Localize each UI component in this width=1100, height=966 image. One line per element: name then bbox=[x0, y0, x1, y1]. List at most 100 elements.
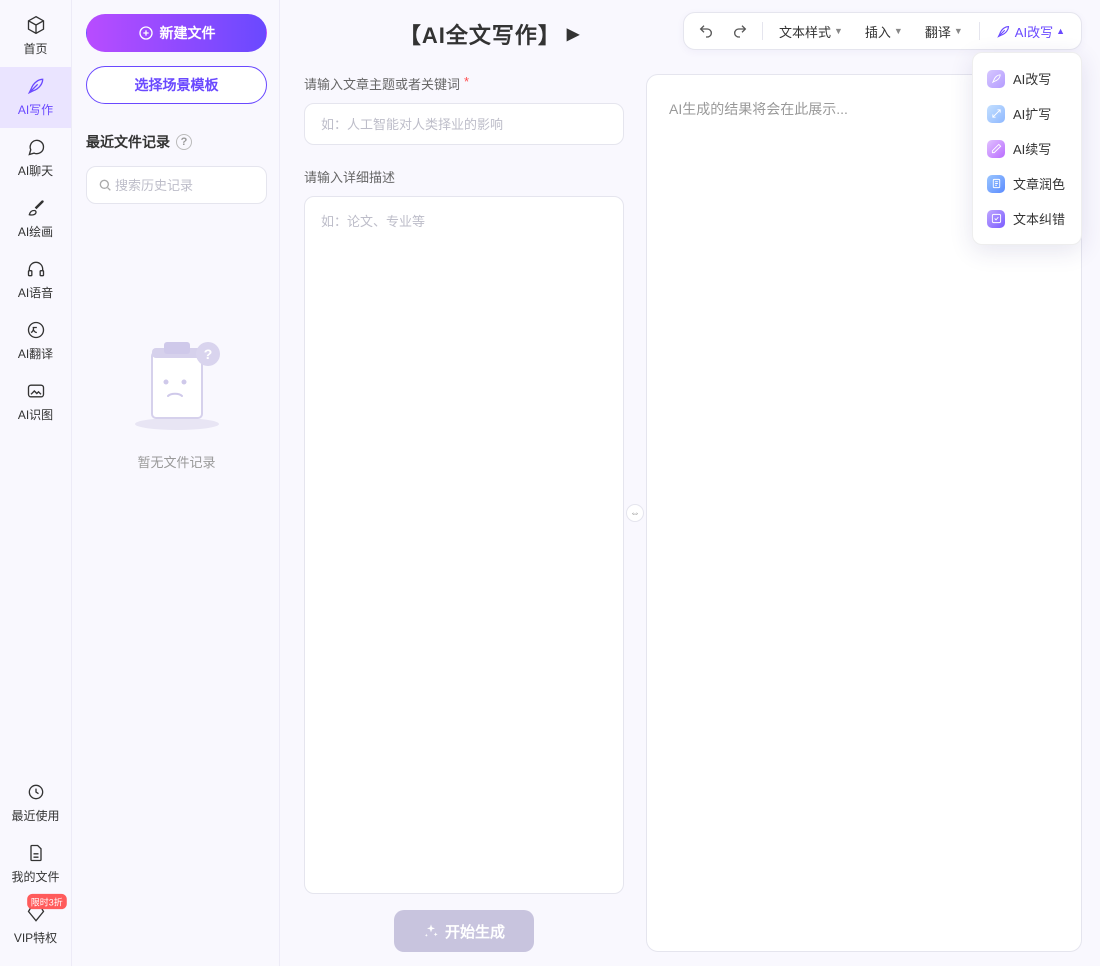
file-icon bbox=[25, 842, 47, 864]
nav-draw[interactable]: AI绘画 bbox=[0, 189, 71, 250]
page-title: 【AI全文写作】 ▶ bbox=[304, 12, 675, 50]
dropdown-correct[interactable]: 文本纠错 bbox=[973, 201, 1081, 236]
insert-button[interactable]: 插入 ▼ bbox=[855, 16, 913, 46]
svg-text:?: ? bbox=[203, 346, 212, 362]
detail-textarea[interactable] bbox=[319, 209, 609, 881]
topic-input-wrap[interactable] bbox=[304, 103, 624, 145]
search-input[interactable] bbox=[113, 177, 293, 194]
header-row: 【AI全文写作】 ▶ 文本样式 ▼ 插入 ▼ bbox=[280, 0, 1100, 50]
feather-icon bbox=[987, 70, 1005, 88]
check-icon bbox=[987, 210, 1005, 228]
undo-button[interactable] bbox=[690, 16, 722, 46]
dropdown-item-label: 文本纠错 bbox=[1013, 209, 1065, 228]
dropdown-rewrite[interactable]: AI改写 bbox=[973, 61, 1081, 96]
generate-label: 开始生成 bbox=[445, 921, 505, 942]
dropdown-continue[interactable]: AI续写 bbox=[973, 131, 1081, 166]
nav-recent[interactable]: 最近使用 bbox=[0, 773, 71, 834]
translate-icon bbox=[25, 319, 47, 341]
nav-recent-label: 最近使用 bbox=[11, 807, 59, 824]
plus-circle-icon bbox=[138, 25, 154, 41]
dropdown-item-label: AI扩写 bbox=[1013, 104, 1051, 123]
output-placeholder: AI生成的结果将会在此展示... bbox=[669, 101, 848, 117]
nav-myfiles[interactable]: 我的文件 bbox=[0, 834, 71, 895]
page-title-text: 【AI全文写作】 bbox=[399, 18, 561, 50]
chevron-up-icon: ▲ bbox=[1056, 26, 1065, 36]
ai-rewrite-button[interactable]: AI改写 ▲ bbox=[986, 16, 1075, 46]
document-icon bbox=[987, 175, 1005, 193]
nav-write-label: AI写作 bbox=[18, 101, 53, 118]
dropdown-polish[interactable]: 文章润色 bbox=[973, 166, 1081, 201]
text-style-label: 文本样式 bbox=[779, 22, 831, 41]
nav-voice[interactable]: AI语音 bbox=[0, 250, 71, 311]
topic-label: 请输入文章主题或者关键词 * bbox=[304, 74, 624, 93]
nav-myfiles-label: 我的文件 bbox=[11, 868, 59, 885]
generate-button[interactable]: 开始生成 bbox=[394, 910, 534, 952]
play-icon[interactable]: ▶ bbox=[567, 24, 580, 44]
toolbar-wrapper: 文本样式 ▼ 插入 ▼ 翻译 ▼ AI改写 ▲ bbox=[683, 12, 1082, 50]
feather-icon bbox=[996, 23, 1012, 39]
brush-icon bbox=[25, 197, 47, 219]
feather-icon bbox=[25, 75, 47, 97]
topic-label-text: 请输入文章主题或者关键词 bbox=[304, 74, 460, 93]
recent-files-title-text: 最近文件记录 bbox=[86, 132, 170, 152]
nav-voice-label: AI语音 bbox=[18, 284, 53, 301]
nav-image[interactable]: AI识图 bbox=[0, 372, 71, 433]
nav-home-label: 首页 bbox=[23, 40, 47, 57]
sparkle-icon bbox=[423, 923, 439, 939]
ai-rewrite-label: AI改写 bbox=[1015, 22, 1053, 41]
chevron-down-icon: ▼ bbox=[834, 26, 843, 36]
new-file-button[interactable]: 新建文件 bbox=[86, 14, 267, 52]
main: 【AI全文写作】 ▶ 文本样式 ▼ 插入 ▼ bbox=[280, 0, 1100, 966]
resize-handle[interactable]: ⇔ bbox=[626, 504, 644, 522]
toolbar-separator bbox=[979, 22, 980, 40]
pencil-icon bbox=[987, 140, 1005, 158]
dropdown-item-label: 文章润色 bbox=[1013, 174, 1065, 193]
required-mark: * bbox=[464, 74, 469, 93]
redo-button[interactable] bbox=[724, 16, 756, 46]
sidebar: 首页 AI写作 AI聊天 AI绘画 AI语音 bbox=[0, 0, 72, 966]
nav-image-label: AI识图 bbox=[18, 406, 53, 423]
expand-icon bbox=[987, 105, 1005, 123]
nav-translate-label: AI翻译 bbox=[18, 345, 53, 362]
chat-icon bbox=[25, 136, 47, 158]
form-column: 请输入文章主题或者关键词 * 请输入详细描述 开始生成 bbox=[304, 74, 624, 952]
choose-template-label: 选择场景模板 bbox=[135, 75, 219, 95]
detail-textarea-wrap[interactable] bbox=[304, 196, 624, 894]
empty-illustration: ? bbox=[122, 324, 232, 434]
search-icon bbox=[97, 177, 113, 193]
help-icon[interactable]: ? bbox=[176, 134, 192, 150]
recent-files-title: 最近文件记录 ? bbox=[86, 132, 267, 152]
empty-state: ? 暂无文件记录 bbox=[86, 324, 267, 471]
column-divider: ⇔ bbox=[624, 74, 646, 952]
panel-files: 新建文件 选择场景模板 最近文件记录 ? ? 暂无文件记录 bbox=[72, 0, 280, 966]
headphones-icon bbox=[25, 258, 47, 280]
home-icon bbox=[25, 14, 47, 36]
dropdown-expand[interactable]: AI扩写 bbox=[973, 96, 1081, 131]
nav-write[interactable]: AI写作 bbox=[0, 67, 71, 128]
nav-chat[interactable]: AI聊天 bbox=[0, 128, 71, 189]
dropdown-item-label: AI续写 bbox=[1013, 139, 1051, 158]
vip-badge: 限时3折 bbox=[28, 894, 67, 909]
toolbar-separator bbox=[762, 22, 763, 40]
chevron-down-icon: ▼ bbox=[954, 26, 963, 36]
topic-input[interactable] bbox=[319, 116, 609, 133]
new-file-label: 新建文件 bbox=[160, 23, 216, 43]
nav-vip-label: VIP特权 bbox=[14, 929, 57, 946]
detail-label: 请输入详细描述 bbox=[304, 167, 624, 186]
ai-rewrite-dropdown: AI改写 AI扩写 AI续写 bbox=[972, 52, 1082, 245]
choose-template-button[interactable]: 选择场景模板 bbox=[86, 66, 267, 104]
image-icon bbox=[25, 380, 47, 402]
clock-icon bbox=[25, 781, 47, 803]
search-box[interactable] bbox=[86, 166, 267, 204]
nav-chat-label: AI聊天 bbox=[18, 162, 53, 179]
chevron-down-icon: ▼ bbox=[894, 26, 903, 36]
insert-label: 插入 bbox=[865, 22, 891, 41]
nav-draw-label: AI绘画 bbox=[18, 223, 53, 240]
detail-label-text: 请输入详细描述 bbox=[304, 167, 395, 186]
translate-button[interactable]: 翻译 ▼ bbox=[915, 16, 973, 46]
nav-home[interactable]: 首页 bbox=[0, 6, 71, 67]
text-style-button[interactable]: 文本样式 ▼ bbox=[769, 16, 853, 46]
nav-vip[interactable]: 限时3折 VIP特权 bbox=[0, 895, 71, 956]
nav-translate[interactable]: AI翻译 bbox=[0, 311, 71, 372]
translate-label: 翻译 bbox=[925, 22, 951, 41]
